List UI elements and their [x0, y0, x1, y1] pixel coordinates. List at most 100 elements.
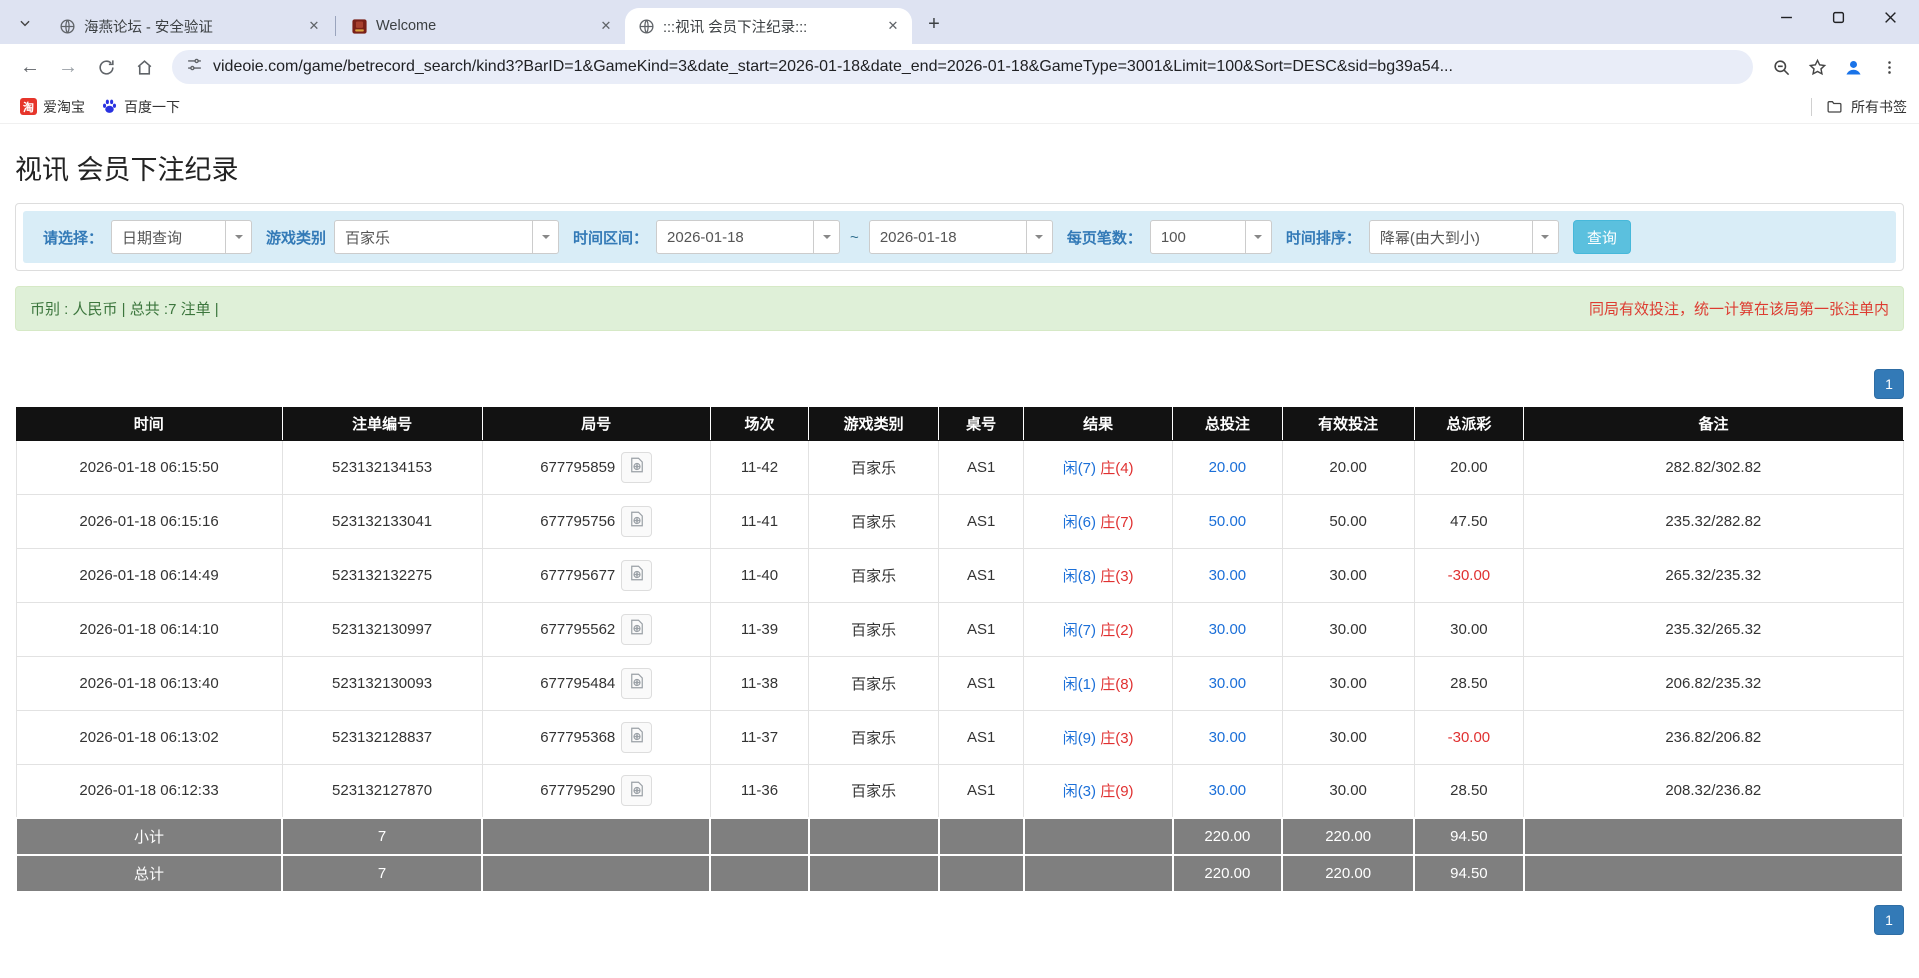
url-bar[interactable]: videoie.com/game/betrecord_search/kind3?…	[172, 50, 1753, 84]
page-1-button[interactable]: 1	[1874, 369, 1904, 399]
round-id-wrap: 677795484	[483, 668, 710, 699]
summary-cell	[1024, 818, 1173, 855]
round-id-wrap: 677795368	[483, 722, 710, 753]
cell-note: 235.32/265.32	[1524, 602, 1903, 656]
bookmark-label: 百度一下	[124, 97, 180, 117]
video-record-button[interactable]	[621, 775, 652, 806]
video-record-button[interactable]	[621, 614, 652, 645]
video-record-button[interactable]	[621, 560, 652, 591]
zoom-icon[interactable]	[1765, 51, 1797, 83]
game-category-label: 游戏类别	[266, 227, 326, 248]
column-header: 局号	[482, 407, 710, 440]
video-record-button[interactable]	[621, 722, 652, 753]
video-record-icon	[628, 618, 646, 640]
game-category-select[interactable]: 百家乐	[334, 220, 559, 254]
bookmark-star-icon[interactable]	[1801, 51, 1833, 83]
summary-cell	[482, 818, 710, 855]
summary-cell: 220.00	[1282, 818, 1414, 855]
cell-game-category: 百家乐	[809, 548, 939, 602]
all-bookmarks[interactable]: 所有书签	[1811, 97, 1907, 117]
cell-total-bet[interactable]: 30.00	[1173, 710, 1282, 764]
toolbar-right-icons	[1765, 51, 1905, 83]
site-settings-icon[interactable]	[186, 56, 203, 78]
bookmark-aitaobao[interactable]: 淘 爱淘宝	[12, 93, 93, 121]
per-page-select[interactable]: 100	[1150, 220, 1272, 254]
cell-table-no: AS1	[939, 548, 1024, 602]
cell-total-bet[interactable]: 20.00	[1173, 440, 1282, 494]
pagination-bottom: 1	[15, 905, 1904, 935]
game-category-value: 百家乐	[335, 227, 532, 248]
tab-divider	[335, 16, 336, 36]
video-record-button[interactable]	[621, 668, 652, 699]
page-content: 视讯 会员下注纪录 请选择： 日期查询 游戏类别 百家乐 时间区间： 2026-…	[0, 148, 1919, 935]
cell-payout: 30.00	[1414, 602, 1523, 656]
chevron-down-icon	[225, 221, 251, 253]
minimize-button[interactable]	[1773, 4, 1799, 30]
tab-welcome[interactable]: Welcome ✕	[338, 8, 625, 44]
table-row: 2026-01-18 06:15:16523132133041677795756…	[16, 494, 1903, 548]
cell-total-bet[interactable]: 30.00	[1173, 602, 1282, 656]
cell-total-bet[interactable]: 30.00	[1173, 656, 1282, 710]
browser-tab-strip: 海燕论坛 - 安全验证 ✕ Welcome ✕ :::视讯 会员下注纪录::: …	[0, 0, 1919, 44]
globe-icon	[58, 17, 76, 35]
query-type-select[interactable]: 日期查询	[111, 220, 252, 254]
cell-result: 闲(6) 庄(7)	[1024, 494, 1173, 548]
search-button[interactable]: 查询	[1573, 220, 1631, 254]
cell-payout: -30.00	[1414, 548, 1523, 602]
close-icon[interactable]: ✕	[884, 17, 902, 35]
video-record-button[interactable]	[621, 452, 652, 483]
close-icon[interactable]: ✕	[305, 17, 323, 35]
forward-icon[interactable]: →	[52, 51, 84, 83]
cell-total-bet[interactable]: 30.00	[1173, 764, 1282, 818]
cell-total-bet[interactable]: 50.00	[1173, 494, 1282, 548]
url-text[interactable]: videoie.com/game/betrecord_search/kind3?…	[213, 58, 1739, 76]
home-icon[interactable]	[128, 51, 160, 83]
back-icon[interactable]: ←	[14, 51, 46, 83]
currency-total-text: 币别 : 人民币 | 总共 :7 注单 |	[30, 298, 219, 319]
cell-total-bet[interactable]: 30.00	[1173, 548, 1282, 602]
cell-round-id: 677795756	[482, 494, 710, 548]
video-record-button[interactable]	[621, 506, 652, 537]
cell-note: 235.32/282.82	[1524, 494, 1903, 548]
date-start-select[interactable]: 2026-01-18	[656, 220, 840, 254]
tab-title: Welcome	[376, 18, 589, 34]
result-banker: 庄(2)	[1096, 622, 1134, 639]
cell-result: 闲(3) 庄(9)	[1024, 764, 1173, 818]
time-sort-select[interactable]: 降幂(由大到小)	[1369, 220, 1559, 254]
tab-search-button[interactable]	[10, 10, 40, 40]
cell-result: 闲(7) 庄(2)	[1024, 602, 1173, 656]
result-player: 闲(1)	[1063, 676, 1096, 693]
tab-haiyan-forum[interactable]: 海燕论坛 - 安全验证 ✕	[46, 8, 333, 44]
close-window-button[interactable]	[1877, 4, 1903, 30]
summary-cell	[939, 855, 1024, 892]
pagination-top: 1	[15, 369, 1904, 399]
bookmark-baidu[interactable]: 百度一下	[93, 93, 188, 121]
menu-dots-icon[interactable]	[1873, 51, 1905, 83]
round-id-text: 677795562	[540, 621, 615, 638]
reload-icon[interactable]	[90, 51, 122, 83]
close-icon[interactable]: ✕	[597, 17, 615, 35]
video-record-icon	[628, 672, 646, 694]
cell-round-id: 677795484	[482, 656, 710, 710]
cell-payout: -30.00	[1414, 710, 1523, 764]
select-type-label: 请选择：	[43, 227, 103, 248]
maximize-button[interactable]	[1825, 4, 1851, 30]
result-banker: 庄(4)	[1096, 460, 1134, 477]
profile-avatar[interactable]	[1837, 51, 1869, 83]
new-tab-button[interactable]: +	[920, 10, 948, 38]
column-header: 桌号	[939, 407, 1024, 440]
chevron-down-icon	[1245, 221, 1271, 253]
window-controls	[1773, 4, 1911, 30]
cell-bet-id: 523132130997	[282, 602, 482, 656]
page-1-button[interactable]: 1	[1874, 905, 1904, 935]
column-header: 场次	[710, 407, 808, 440]
date-end-select[interactable]: 2026-01-18	[869, 220, 1053, 254]
tab-bet-records-active[interactable]: :::视讯 会员下注纪录::: ✕	[625, 8, 912, 44]
browser-toolbar: ← → videoie.com/game/betrecord_search/ki…	[0, 44, 1919, 90]
filter-strip: 请选择： 日期查询 游戏类别 百家乐 时间区间： 2026-01-18 ~ 20…	[23, 211, 1896, 263]
table-row: 2026-01-18 06:14:10523132130997677795562…	[16, 602, 1903, 656]
round-id-text: 677795368	[540, 729, 615, 746]
result-banker: 庄(3)	[1096, 568, 1134, 585]
summary-cell	[710, 818, 808, 855]
column-header: 备注	[1524, 407, 1903, 440]
